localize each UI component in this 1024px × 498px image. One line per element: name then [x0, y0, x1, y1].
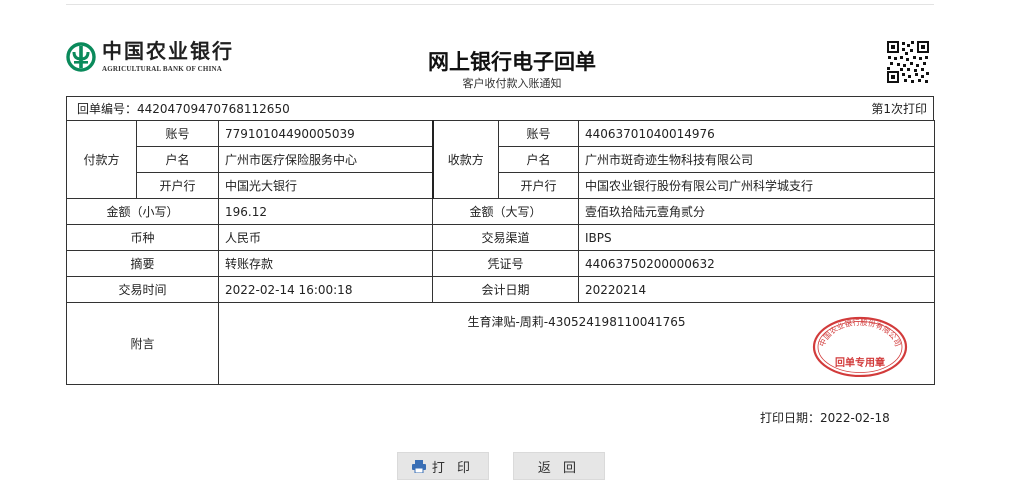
payee-bank: 中国农业银行股份有限公司广州科学城支行: [578, 172, 935, 199]
currency: 人民币: [218, 224, 433, 251]
printer-icon: [411, 459, 426, 473]
payee-bank-label: 开户行: [498, 172, 579, 199]
payee-name: 广州市斑奇迹生物科技有限公司: [578, 146, 935, 173]
voucher: 44063750200000632: [578, 250, 935, 277]
payer-bank-label: 开户行: [136, 172, 219, 199]
payer-section-label: 付款方: [66, 120, 137, 199]
amount-big-label: 金额（大写）: [432, 198, 579, 225]
summary: 转账存款: [218, 250, 433, 277]
stamp-top-text: 中国农业银行股份有限公司: [817, 317, 903, 348]
table-row: 付款方 账号 77910104490005039 收款方 账号 44063701…: [66, 120, 935, 199]
remark-cell: 生育津贴-周莉-430524198110041765 中国农业银行股份有限公司 …: [218, 302, 935, 385]
receipt-meta-row: 回单编号：44204709470768112650 第1次打印: [66, 96, 934, 120]
official-stamp-icon: 中国农业银行股份有限公司 回单专用章: [812, 317, 908, 377]
print-button-label: 打 印: [431, 460, 475, 476]
voucher-label: 凭证号: [432, 250, 579, 277]
remark-label: 附言: [66, 302, 219, 385]
payee-account: 44063701040014976: [578, 120, 935, 147]
payer-account-label: 账号: [136, 120, 219, 147]
back-button-label: 返 回: [537, 460, 581, 476]
payer-name: 广州市医疗保险服务中心: [218, 146, 433, 173]
table-row: 交易时间 2022-02-14 16:00:18 会计日期 20220214: [66, 276, 935, 303]
receipt-number: 回单编号：44204709470768112650: [77, 100, 290, 117]
qr-code-icon: [886, 40, 930, 84]
receipt-number-value: 44204709470768112650: [137, 102, 290, 116]
acct-date-label: 会计日期: [432, 276, 579, 303]
payer-account: 77910104490005039: [218, 120, 433, 147]
payee-section-label: 收款方: [431, 120, 499, 199]
amount-big: 壹佰玖拾陆元壹角贰分: [578, 198, 935, 225]
amount-small: 196.12: [218, 198, 433, 225]
transaction-time: 2022-02-14 16:00:18: [218, 276, 433, 303]
receipt-table: 付款方 账号 77910104490005039 收款方 账号 44063701…: [66, 120, 935, 385]
acct-date: 20220214: [578, 276, 935, 303]
channel-label: 交易渠道: [432, 224, 579, 251]
amount-small-label: 金额（小写）: [66, 198, 219, 225]
payer-name-label: 户名: [136, 146, 219, 173]
top-divider: [66, 4, 934, 5]
summary-label: 摘要: [66, 250, 219, 277]
currency-label: 币种: [66, 224, 219, 251]
page-subtitle: 客户收付款入账通知: [462, 77, 562, 90]
table-row: 币种 人民币 交易渠道 IBPS: [66, 224, 935, 251]
print-count: 第1次打印: [871, 102, 927, 116]
payer-bank: 中国光大银行: [218, 172, 433, 199]
print-date: 打印日期：2022-02-18: [760, 411, 890, 425]
payee-name-label: 户名: [498, 146, 579, 173]
receipt-number-label: 回单编号：: [77, 102, 138, 116]
payee-account-label: 账号: [498, 120, 579, 147]
table-row: 摘要 转账存款 凭证号 44063750200000632: [66, 250, 935, 277]
table-row: 附言 生育津贴-周莉-430524198110041765 中国农业银行股份有限…: [66, 302, 935, 385]
channel: IBPS: [578, 224, 935, 251]
stamp-bottom-text: 回单专用章: [835, 356, 885, 369]
table-row: 金额（小写） 196.12 金额（大写） 壹佰玖拾陆元壹角贰分: [66, 198, 935, 225]
print-button[interactable]: 打 印: [397, 452, 489, 480]
page-title: 网上银行电子回单: [428, 50, 596, 74]
table-row: 户名 广州市医疗保险服务中心 户名 广州市斑奇迹生物科技有限公司: [67, 146, 935, 173]
time-label: 交易时间: [66, 276, 219, 303]
back-button[interactable]: 返 回: [513, 452, 605, 480]
table-row: 开户行 中国光大银行 开户行 中国农业银行股份有限公司广州科学城支行: [67, 172, 935, 199]
svg-text:中国农业银行股份有限公司: 中国农业银行股份有限公司: [817, 317, 903, 348]
